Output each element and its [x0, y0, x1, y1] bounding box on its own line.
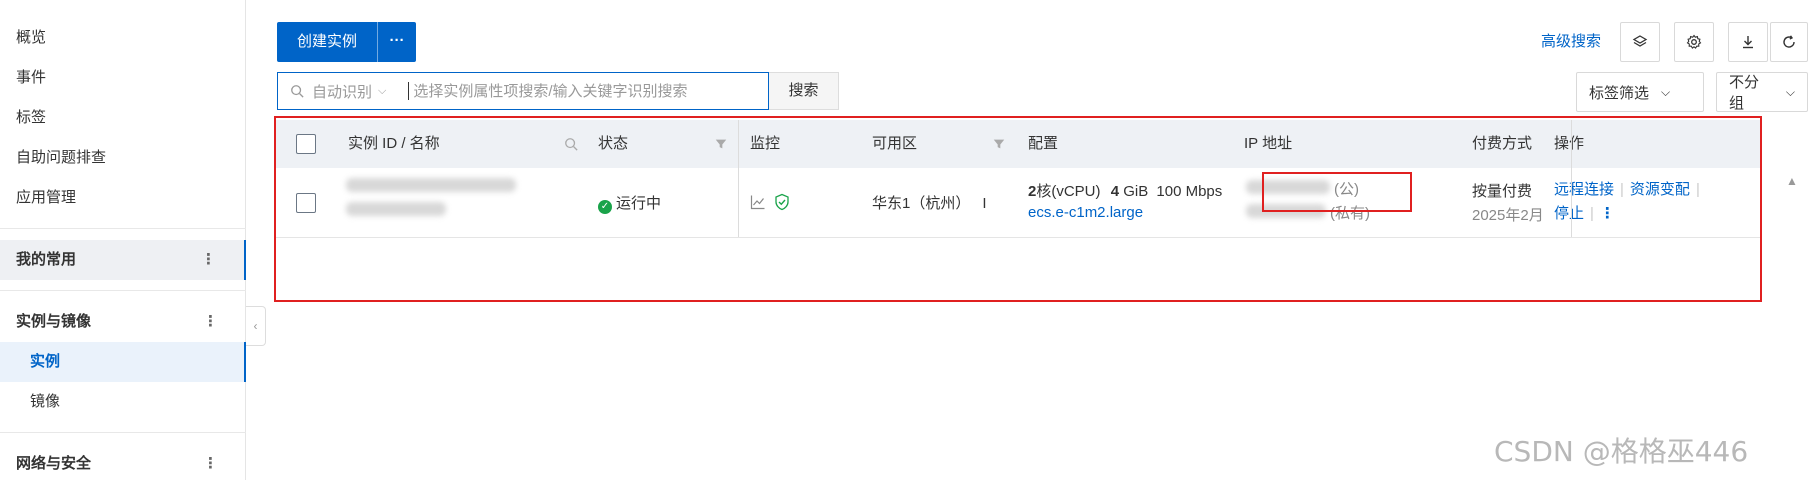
sidebar-item-troubleshoot[interactable]: 自助问题排查: [16, 146, 106, 167]
settings-button[interactable]: [1674, 22, 1714, 62]
watermark: CSDN @格格巫446: [1494, 435, 1749, 468]
search-button[interactable]: 搜索: [769, 72, 839, 110]
sidebar-collapse-handle[interactable]: ‹: [246, 306, 266, 346]
search-input[interactable]: [413, 82, 734, 100]
ip-highlight-box: [1262, 172, 1412, 212]
more-actions-button[interactable]: ···: [378, 22, 416, 62]
sidebar-divider: [0, 290, 246, 291]
layers-icon: [1632, 35, 1648, 47]
sidebar-group-instances-images[interactable]: 实例与镜像 ⋮: [0, 302, 246, 342]
chevron-down-icon: ⌵: [1785, 84, 1795, 99]
create-instance-button[interactable]: 创建实例: [277, 22, 379, 62]
sidebar-item-events[interactable]: 事件: [16, 66, 46, 87]
sidebar-group-network-security[interactable]: 网络与安全 ⋮: [0, 444, 246, 480]
chevron-down-icon[interactable]: ⌵: [378, 85, 386, 98]
settings-icon: [1686, 34, 1702, 49]
tag-filter-label: 标签筛选: [1589, 84, 1650, 102]
sidebar-item-instances[interactable]: 实例: [0, 342, 246, 382]
group-by-label: 不分组: [1729, 74, 1760, 112]
sidebar-divider: [0, 228, 246, 229]
download-icon: [1743, 36, 1753, 49]
text-caret: [408, 82, 410, 100]
highlight-box: [274, 116, 1762, 302]
search-icon: [291, 85, 304, 98]
search-box: 自动识别 ⌵: [277, 72, 769, 110]
more-vertical-icon[interactable]: ⋮: [201, 240, 216, 280]
group-by-select[interactable]: 不分组 ⌵: [1716, 72, 1808, 112]
sidebar-group-favorites[interactable]: 我的常用 ⋮: [0, 240, 246, 280]
scroll-up-icon[interactable]: ▲: [1786, 174, 1798, 188]
search-mode-select[interactable]: 自动识别: [312, 81, 372, 102]
more-vertical-icon[interactable]: ⋮: [203, 444, 218, 480]
refresh-button[interactable]: [1770, 22, 1808, 62]
sidebar-item-images[interactable]: 镜像: [0, 382, 246, 422]
sidebar-group-label: 我的常用: [16, 251, 77, 268]
sidebar-item-tags[interactable]: 标签: [16, 106, 46, 127]
sidebar: 概览 事件 标签 自助问题排查 应用管理 我的常用 ⋮ 实例与镜像 ⋮ 实例 镜…: [0, 0, 246, 480]
tag-filter-select[interactable]: 标签筛选 ⌵: [1576, 72, 1704, 112]
create-instance-button-group: 创建实例 ···: [277, 22, 417, 62]
chevron-down-icon: ⌵: [1661, 84, 1671, 99]
refresh-icon: [1783, 35, 1795, 48]
sidebar-item-app-management[interactable]: 应用管理: [16, 186, 76, 207]
sidebar-group-label: 网络与安全: [16, 455, 92, 472]
advanced-search-link[interactable]: 高级搜索: [1541, 30, 1601, 51]
sidebar-item-overview[interactable]: 概览: [16, 26, 46, 47]
layers-button[interactable]: [1620, 22, 1660, 62]
sidebar-group-label: 实例与镜像: [16, 313, 92, 330]
more-vertical-icon[interactable]: ⋮: [203, 302, 218, 342]
download-button[interactable]: [1728, 22, 1768, 62]
sidebar-divider: [0, 432, 246, 433]
